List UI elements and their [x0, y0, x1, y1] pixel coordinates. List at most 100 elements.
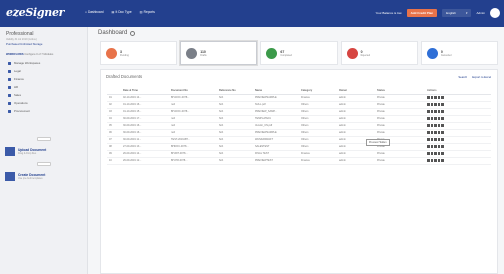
col-header[interactable]: Name: [253, 87, 299, 95]
share-icon[interactable]: [441, 96, 444, 99]
sign-icon[interactable]: [427, 96, 430, 99]
sidebar-item-legal[interactable]: Legal: [0, 67, 87, 75]
download-icon[interactable]: [430, 124, 433, 127]
sidebar-item-operations[interactable]: Operations: [0, 99, 87, 107]
edit-icon[interactable]: [434, 145, 437, 148]
col-header[interactable]: Status: [375, 87, 425, 95]
download-icon[interactable]: [430, 103, 433, 106]
delete-icon[interactable]: [437, 138, 440, 141]
download-icon[interactable]: [430, 145, 433, 148]
nav-doc-type[interactable]: ▤ It Doc Type: [112, 10, 132, 14]
delete-icon[interactable]: [437, 159, 440, 162]
stat-rejected[interactable]: 0 Rejected: [340, 41, 418, 65]
col-header[interactable]: Reference No: [217, 87, 253, 95]
table-cell: N/A: [217, 129, 253, 137]
plan-link[interactable]: Purchased Unlimited Storage: [6, 42, 81, 46]
table-row[interactable]: 01 02-10-2019 14... BH-DOC-0078... N/A PREVI…: [107, 94, 491, 102]
export-button[interactable]: Export to Excel: [472, 75, 491, 79]
delete-icon[interactable]: [437, 131, 440, 134]
table-cell: Others: [299, 136, 337, 144]
download-icon[interactable]: [430, 152, 433, 155]
user-name[interactable]: Admin: [476, 11, 485, 15]
language-select[interactable]: English ▾: [442, 9, 472, 17]
edit-icon[interactable]: [434, 131, 437, 134]
share-icon[interactable]: [441, 103, 444, 106]
stat-completed[interactable]: 67 Completed: [260, 41, 338, 65]
sign-icon[interactable]: [427, 152, 430, 155]
sign-icon[interactable]: [427, 103, 430, 106]
collapse-toggle[interactable]: [36, 137, 51, 141]
refresh-icon[interactable]: [130, 30, 136, 36]
nav-reports[interactable]: ▥ Reports: [140, 10, 155, 14]
stat-cancelled[interactable]: 0 Cancelled: [420, 41, 499, 65]
sidebar-item-hr[interactable]: HR: [0, 83, 87, 91]
edit-icon[interactable]: [434, 110, 437, 113]
sign-icon[interactable]: [427, 124, 430, 127]
share-icon[interactable]: [441, 159, 444, 162]
edit-icon[interactable]: [434, 124, 437, 127]
sidebar-item-sales[interactable]: Sales: [0, 91, 87, 99]
edit-icon[interactable]: [434, 159, 437, 162]
download-icon[interactable]: [430, 117, 433, 120]
upload-document-card[interactable]: Upload Document Drag & Drop files: [0, 145, 87, 158]
section-link[interactable]: Configure 0 of 7 Modules: [24, 53, 53, 56]
table-row[interactable]: 07 30-09-2019 11... TEST-2019-BH... N/A WAIV…: [107, 136, 491, 144]
edit-icon[interactable]: [434, 152, 437, 155]
delete-icon[interactable]: [437, 110, 440, 113]
table-row[interactable]: 02 01-10-2019 16... null N/A NULL.pdf Others a…: [107, 101, 491, 109]
share-icon[interactable]: [441, 110, 444, 113]
table-cell: N/A: [217, 94, 253, 102]
delete-icon[interactable]: [437, 117, 440, 120]
sign-icon[interactable]: [427, 138, 430, 141]
table-row[interactable]: 09 26-09-2019 14... BH-BIT-0078... N/A FINAL…: [107, 150, 491, 158]
table-row[interactable]: 04 30-09-2019 17... null N/A TEMPLATE01 Other…: [107, 115, 491, 123]
sign-icon[interactable]: [427, 159, 430, 162]
col-header[interactable]: Document No: [169, 87, 217, 95]
col-header[interactable]: Owner: [337, 87, 375, 95]
sign-icon[interactable]: [427, 145, 430, 148]
table-row[interactable]: 06 30-09-2019 16... null N/A PREVIEWSAMPLE Ot…: [107, 129, 491, 137]
download-icon[interactable]: [430, 138, 433, 141]
edit-icon[interactable]: [434, 117, 437, 120]
stat-drafts[interactable]: 110 Drafts: [180, 41, 258, 65]
nav-dashboard[interactable]: ⌂ Dashboard: [85, 10, 104, 14]
share-icon[interactable]: [441, 152, 444, 155]
create-document-card[interactable]: Create Document Use pre-built templates: [0, 170, 87, 183]
share-icon[interactable]: [441, 138, 444, 141]
download-icon[interactable]: [430, 110, 433, 113]
download-icon[interactable]: [430, 131, 433, 134]
stat-pending[interactable]: 3 Pending: [100, 41, 178, 65]
edit-icon[interactable]: [434, 138, 437, 141]
share-icon[interactable]: [441, 124, 444, 127]
col-header[interactable]: Category: [299, 87, 337, 95]
table-row[interactable]: 03 01-10-2019 15... BH-DOC-0078... N/A PREVI…: [107, 108, 491, 116]
sidebar-item-procurement[interactable]: Procurement: [0, 107, 87, 115]
table-row[interactable]: 10 26-09-2019 12... BH-HR-0078... N/A PREVIE…: [107, 157, 491, 165]
avatar[interactable]: [490, 8, 500, 18]
buy-button[interactable]: Add Credit Plan: [406, 9, 438, 17]
search-button[interactable]: Search: [458, 75, 467, 79]
sign-icon[interactable]: [427, 117, 430, 120]
download-icon[interactable]: [430, 159, 433, 162]
table-row[interactable]: 08 27-09-2019 13... BHDOC-0078... N/A SALEST…: [107, 143, 491, 151]
delete-icon[interactable]: [437, 145, 440, 148]
download-icon[interactable]: [430, 96, 433, 99]
edit-icon[interactable]: [434, 96, 437, 99]
sidebar-item-workspaces[interactable]: Manage Workspaces: [0, 59, 87, 67]
share-icon[interactable]: [441, 145, 444, 148]
share-icon[interactable]: [441, 117, 444, 120]
collapse-toggle[interactable]: [36, 162, 51, 166]
delete-icon[interactable]: [437, 124, 440, 127]
app-logo[interactable]: ezeSigner: [6, 6, 64, 20]
delete-icon[interactable]: [437, 96, 440, 99]
edit-icon[interactable]: [434, 103, 437, 106]
sidebar-item-finance[interactable]: Finance: [0, 75, 87, 83]
sign-icon[interactable]: [427, 110, 430, 113]
delete-icon[interactable]: [437, 103, 440, 106]
table-header-row: Date & Time Document No Reference No Nam…: [107, 87, 491, 95]
table-row[interactable]: 05 30-09-2019 16... null N/A Vendor_CN.pdf Ot…: [107, 122, 491, 130]
delete-icon[interactable]: [437, 152, 440, 155]
share-icon[interactable]: [441, 131, 444, 134]
col-header[interactable]: Date & Time: [121, 87, 169, 95]
sign-icon[interactable]: [427, 131, 430, 134]
